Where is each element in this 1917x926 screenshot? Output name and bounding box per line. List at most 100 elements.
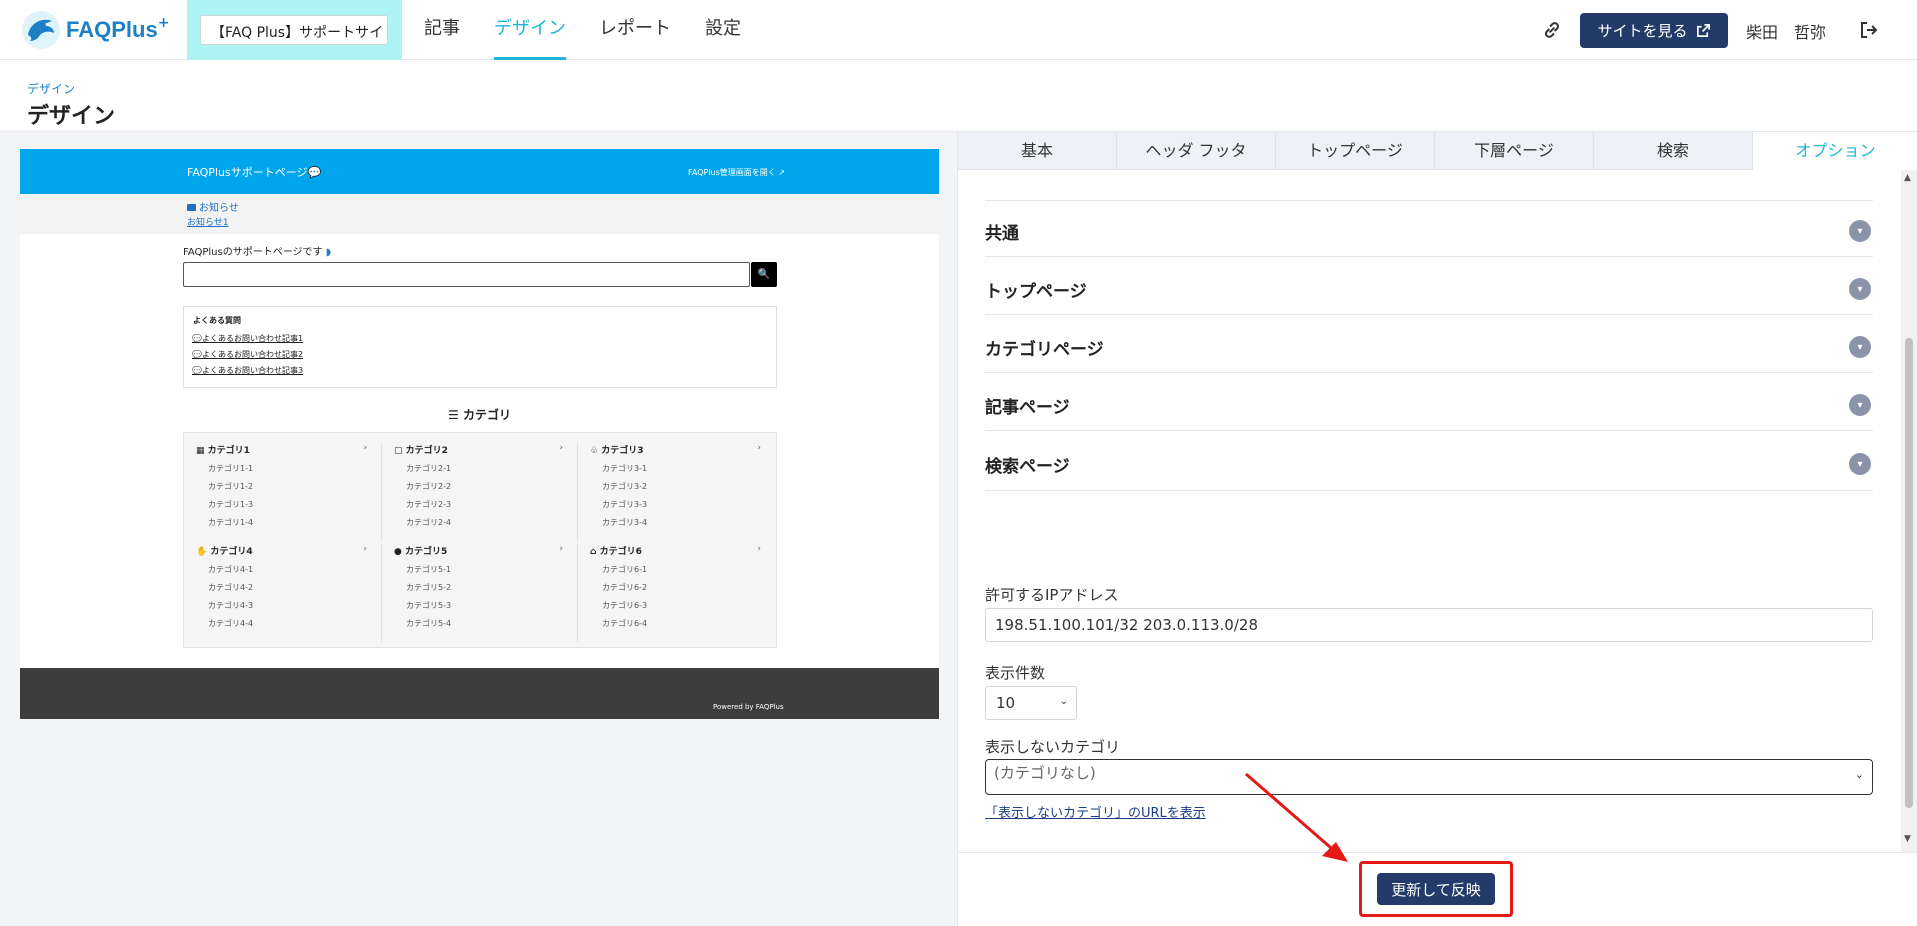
preview-subcategory: カテゴリ4-1 bbox=[208, 565, 254, 574]
preview-faq-title: よくある質問 bbox=[193, 316, 241, 325]
scroll-thumb[interactable] bbox=[1905, 338, 1913, 808]
preview-category-name: ● カテゴリ5 bbox=[394, 547, 448, 557]
display-count-label: 表示件数 bbox=[985, 664, 1046, 682]
category-icon: ⌂ bbox=[590, 547, 597, 557]
divider bbox=[985, 430, 1873, 431]
preview-category-card: ● カテゴリ5 › カテゴリ5-1 カテゴリ5-2 カテゴリ5-3 カテゴリ5-… bbox=[381, 544, 578, 642]
preview-welcome-label: FAQPlusのサポートページです bbox=[183, 247, 323, 258]
panel-scrollbar[interactable]: ▲ ▼ bbox=[1901, 170, 1917, 852]
tab-basic[interactable]: 基本 bbox=[958, 132, 1117, 170]
nav-design[interactable]: デザイン bbox=[494, 0, 566, 60]
tab-lower-page[interactable]: 下層ページ bbox=[1435, 132, 1594, 170]
chat-icon: 💬 bbox=[192, 334, 202, 343]
nav-articles[interactable]: 記事 bbox=[424, 0, 460, 60]
update-apply-button[interactable]: 更新して反映 bbox=[1377, 873, 1495, 905]
chevron-right-icon: › bbox=[559, 443, 563, 453]
preview-subcategory: カテゴリ5-1 bbox=[406, 565, 452, 574]
preview-subcategory: カテゴリ2-3 bbox=[406, 500, 452, 509]
accordion-search-page[interactable]: 検索ページ bbox=[985, 452, 1070, 477]
accordion-common[interactable]: 共通 bbox=[985, 219, 1019, 244]
dolphin-icon: ◗ bbox=[325, 247, 331, 258]
scroll-down-icon[interactable]: ▼ bbox=[1904, 834, 1911, 844]
brand-plus-icon: + bbox=[157, 15, 170, 31]
scroll-up-icon[interactable]: ▲ bbox=[1904, 173, 1911, 183]
preview-category-card: ✋ カテゴリ4 › カテゴリ4-1 カテゴリ4-2 カテゴリ4-3 カテゴリ4-… bbox=[184, 544, 381, 642]
tab-header-footer[interactable]: ヘッダ フッタ bbox=[1117, 132, 1276, 170]
accordion-top-page[interactable]: トップページ bbox=[985, 277, 1087, 302]
preview-subcategory: カテゴリ6-4 bbox=[602, 619, 648, 628]
chevron-down-icon[interactable]: ▾ bbox=[1849, 336, 1871, 358]
preview-search-button: 🔍 bbox=[751, 262, 777, 287]
preview-subcategory: カテゴリ4-4 bbox=[208, 619, 254, 628]
chevron-down-icon[interactable]: ▾ bbox=[1849, 220, 1871, 242]
preview-subcategory: カテゴリ4-2 bbox=[208, 583, 254, 592]
breadcrumb[interactable]: デザイン bbox=[27, 80, 75, 97]
preview-category-name: ✋ カテゴリ4 bbox=[196, 547, 253, 557]
hidden-category-url-link[interactable]: 「表示しないカテゴリ」のURLを表示 bbox=[985, 802, 1206, 821]
brand-logo[interactable]: FAQPlus + bbox=[20, 10, 169, 50]
preview-subcategory: カテゴリ3-3 bbox=[602, 500, 648, 509]
preview-news-bar: お知らせ お知らせ1 bbox=[20, 194, 939, 234]
preview-subcategory: カテゴリ1-2 bbox=[208, 482, 254, 491]
dolphin-logo-icon bbox=[22, 11, 60, 49]
preview-subcategory: カテゴリ2-4 bbox=[406, 518, 452, 527]
preview-faq-item: 💬よくあるお問い合わせ記事1 bbox=[192, 334, 304, 343]
preview-subcategory: カテゴリ2-1 bbox=[406, 464, 452, 473]
preview-category-name: ⌂ カテゴリ6 bbox=[590, 547, 642, 557]
preview-admin-link-label: FAQPlus管理画面を開く bbox=[688, 168, 776, 177]
chevron-down-icon: ⌄ bbox=[1059, 696, 1068, 707]
divider bbox=[985, 256, 1873, 257]
preview-subcategory: カテゴリ5-2 bbox=[406, 583, 452, 592]
preview-news-title: お知らせ bbox=[187, 199, 239, 214]
chevron-down-icon[interactable]: ▾ bbox=[1849, 453, 1871, 475]
site-selector-highlight: 【FAQ Plus】サポートサイト bbox=[187, 0, 402, 60]
settings-panel: 基本 ヘッダ フッタ トップページ 下層ページ 検索 オプション 共通 ▾ トッ… bbox=[957, 132, 1917, 926]
chevron-right-icon: › bbox=[559, 544, 563, 554]
logout-icon[interactable] bbox=[1859, 20, 1879, 40]
preview-faq-box: よくある質問 💬よくあるお問い合わせ記事1 💬よくあるお問い合わせ記事2 💬よく… bbox=[183, 306, 777, 388]
chevron-right-icon: › bbox=[757, 443, 761, 453]
preview-category-card: ♧ カテゴリ3 › カテゴリ3-1 カテゴリ3-2 カテゴリ3-3 カテゴリ3-… bbox=[578, 443, 775, 541]
link-icon[interactable] bbox=[1541, 19, 1563, 41]
category-icon: ✋ bbox=[196, 547, 208, 557]
preview-admin-link: FAQPlus管理画面を開く ↗ bbox=[688, 167, 785, 178]
accordion-article-page[interactable]: 記事ページ bbox=[985, 393, 1070, 418]
preview-faq-item: 💬よくあるお問い合わせ記事3 bbox=[192, 366, 304, 375]
display-count-select[interactable]: 10 ⌄ bbox=[985, 686, 1077, 720]
chevron-down-icon[interactable]: ▾ bbox=[1849, 394, 1871, 416]
preview-category-heading: ☰ カテゴリ bbox=[448, 408, 511, 422]
preview-subcategory: カテゴリ3-4 bbox=[602, 518, 648, 527]
nav-reports[interactable]: レポート bbox=[599, 0, 671, 60]
category-icon: ▢ bbox=[394, 446, 403, 456]
site-select[interactable]: 【FAQ Plus】サポートサイト bbox=[200, 15, 388, 45]
preview-category-name: ▦ カテゴリ1 bbox=[196, 446, 250, 456]
tab-search[interactable]: 検索 bbox=[1594, 132, 1753, 170]
category-icon: ♧ bbox=[590, 446, 599, 456]
site-preview: FAQPlusサポートページ💬 FAQPlus管理画面を開く ↗ お知らせ お知… bbox=[20, 149, 939, 719]
brand-name: FAQPlus bbox=[66, 17, 158, 42]
view-site-button[interactable]: サイトを見る bbox=[1580, 13, 1728, 48]
chevron-down-icon[interactable]: ▾ bbox=[1849, 278, 1871, 300]
user-name[interactable]: 柴田 哲弥 bbox=[1746, 19, 1826, 43]
preview-site-title: FAQPlusサポートページ💬 bbox=[187, 166, 322, 179]
divider bbox=[985, 372, 1873, 373]
nav-settings[interactable]: 設定 bbox=[705, 0, 741, 60]
display-count-value: 10 bbox=[996, 694, 1016, 712]
chevron-right-icon: › bbox=[363, 443, 367, 453]
accordion-category-page[interactable]: カテゴリページ bbox=[985, 335, 1104, 360]
preview-faq-item: 💬よくあるお問い合わせ記事2 bbox=[192, 350, 304, 359]
tab-top-page[interactable]: トップページ bbox=[1276, 132, 1435, 170]
ip-address-input[interactable]: 198.51.100.101/32 203.0.113.0/28 bbox=[985, 608, 1873, 642]
preview-subcategory: カテゴリ1-3 bbox=[208, 500, 254, 509]
preview-subcategory: カテゴリ1-1 bbox=[208, 464, 254, 473]
preview-header: FAQPlusサポートページ💬 FAQPlus管理画面を開く ↗ bbox=[20, 149, 939, 194]
settings-tabs: 基本 ヘッダ フッタ トップページ 下層ページ 検索 オプション bbox=[958, 132, 1917, 170]
tab-options[interactable]: オプション bbox=[1753, 132, 1917, 170]
category-icon: ▦ bbox=[196, 446, 205, 456]
divider bbox=[985, 490, 1873, 491]
preview-area: FAQPlusサポートページ💬 FAQPlus管理画面を開く ↗ お知らせ お知… bbox=[0, 132, 957, 926]
hidden-category-label: 表示しないカテゴリ bbox=[985, 738, 1121, 756]
hidden-category-select[interactable]: (カテゴリなし) ⌄ bbox=[985, 759, 1873, 795]
page-title: デザイン bbox=[27, 104, 116, 129]
divider bbox=[985, 314, 1873, 315]
